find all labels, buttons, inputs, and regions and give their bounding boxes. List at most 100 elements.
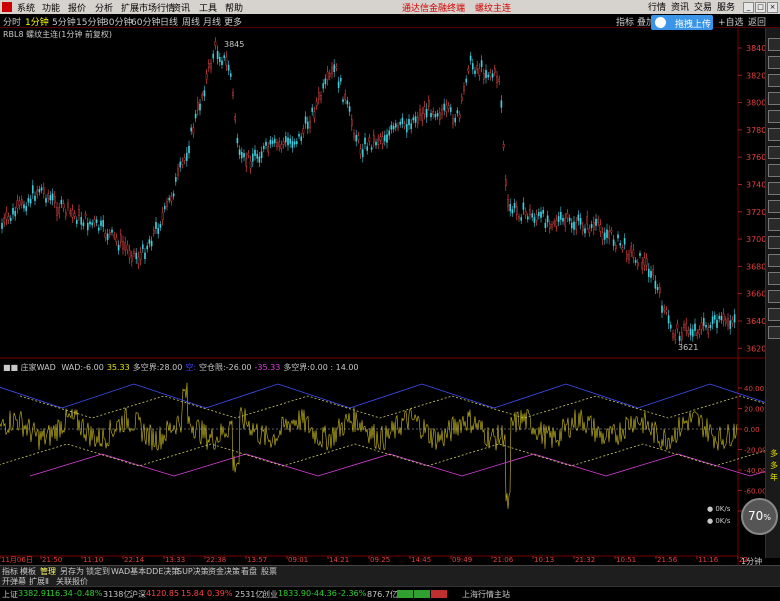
tool-icon-12[interactable]: [768, 236, 780, 249]
candle-body: [593, 222, 595, 230]
candle-body: [285, 136, 287, 143]
index-chg-hs: 15.84: [181, 589, 204, 598]
tool-icon-15[interactable]: [768, 290, 780, 303]
chart-canvas[interactable]: 3840 3820 3800 3780 3760 3740 3720 3700 3680 3660…: [0, 28, 765, 565]
close-icon[interactable]: ×: [767, 2, 778, 13]
period-60min[interactable]: 60分钟: [131, 15, 160, 28]
top-news-tab[interactable]: 资讯: [671, 0, 689, 13]
candle-body: [428, 100, 430, 107]
candle-body: [73, 213, 76, 217]
tool-icon-1[interactable]: [768, 38, 780, 51]
candle-body: [709, 325, 712, 328]
side-label-2: 多: [770, 461, 778, 470]
period-15min[interactable]: 15分钟: [76, 15, 105, 28]
candle-body: [93, 219, 96, 224]
candle-body: [192, 127, 195, 134]
candle-body: [637, 262, 639, 267]
candle-body: [21, 199, 23, 205]
tool-icon-13[interactable]: [768, 254, 780, 267]
candle-body: [456, 110, 459, 114]
index-name-sh[interactable]: 上证: [2, 589, 18, 600]
tool-icon-7[interactable]: [768, 146, 780, 159]
menu-analysis[interactable]: 分析: [95, 1, 113, 14]
candle-body: [645, 258, 648, 266]
menu-ext-market[interactable]: 扩展市场行情: [121, 1, 175, 14]
candle-body: [188, 145, 190, 154]
candle-body: [124, 242, 126, 251]
period-more[interactable]: 更多: [224, 15, 242, 28]
candle-body: [461, 96, 463, 101]
menu-quote[interactable]: 报价: [68, 1, 86, 14]
candle-body: [465, 78, 468, 83]
tool-icon-14[interactable]: [768, 272, 780, 285]
candle-body: [632, 249, 635, 258]
index-value-hs: 4120.85: [146, 589, 180, 598]
maximize-icon[interactable]: □: [755, 2, 766, 13]
top-service-tab[interactable]: 服务: [717, 0, 735, 13]
candle-body: [538, 211, 540, 216]
candle-body: [641, 262, 643, 270]
candle-body: [496, 75, 498, 84]
tool-icon-9[interactable]: [768, 182, 780, 195]
candle-body: [531, 213, 533, 218]
promo-terminal[interactable]: 通达信金融终端: [402, 1, 465, 14]
period-30min[interactable]: 30分钟: [103, 15, 132, 28]
menu-function[interactable]: 功能: [42, 1, 60, 14]
candle-body: [331, 66, 333, 74]
candle-body: [27, 198, 30, 203]
time-tick-label: 09:01: [288, 556, 308, 564]
menu-system[interactable]: 系统: [17, 1, 35, 14]
tool-icon-3[interactable]: [768, 74, 780, 87]
candle-body: [601, 232, 604, 240]
tool-icon-17[interactable]: [768, 326, 780, 339]
tool-icon-4[interactable]: [768, 92, 780, 105]
tool-icon-11[interactable]: [768, 218, 780, 231]
tool-icon-5[interactable]: [768, 110, 780, 123]
candle-body: [648, 268, 650, 277]
candle-body: [436, 113, 439, 117]
period-tick[interactable]: 分时: [3, 15, 21, 28]
candle-body: [190, 127, 193, 132]
candle-body: [447, 105, 450, 110]
period-5min[interactable]: 5分钟: [52, 15, 76, 28]
candle-body: [282, 141, 285, 145]
top-trade-tab[interactable]: 交易: [694, 0, 712, 13]
menu-news[interactable]: 资讯: [172, 1, 190, 14]
tool-icon-8[interactable]: [768, 164, 780, 177]
menu-tools[interactable]: 工具: [199, 1, 217, 14]
period-weekly[interactable]: 周线: [182, 15, 200, 28]
candle-body: [626, 253, 628, 259]
tool-icon-2[interactable]: [768, 56, 780, 69]
candle-body: [258, 156, 261, 163]
tool-icon-10[interactable]: [768, 200, 780, 213]
top-quote-tab[interactable]: 行情: [648, 0, 666, 13]
back-button[interactable]: 返回: [748, 15, 766, 28]
minimize-icon[interactable]: _: [743, 2, 754, 13]
candle-body: [170, 196, 173, 202]
candle-body: [370, 147, 373, 150]
candle-body: [469, 55, 472, 61]
index-name-cy[interactable]: 创业: [262, 589, 278, 600]
candle-body: [56, 207, 58, 216]
period-daily[interactable]: 日线: [160, 15, 178, 28]
candle-body: [454, 117, 457, 123]
menu-help[interactable]: 帮助: [225, 1, 243, 14]
candle-body: [304, 116, 307, 124]
candle-body: [247, 152, 250, 156]
period-monthly[interactable]: 月线: [203, 15, 221, 28]
candle-body: [718, 315, 720, 320]
candle-body: [584, 228, 586, 234]
candle-body: [518, 216, 520, 219]
tool-icon-6[interactable]: [768, 128, 780, 141]
index-name-hs[interactable]: 沪深: [130, 589, 146, 600]
price-tick-label: 3740: [746, 181, 765, 190]
candle-body: [324, 78, 327, 85]
candle-body: [329, 72, 331, 77]
speed-gauge[interactable]: 70%: [741, 498, 778, 535]
wad-tick-label: 40.00: [744, 385, 764, 393]
add-watchlist-button[interactable]: +自选: [718, 15, 744, 28]
indicator-button[interactable]: 指标: [616, 15, 634, 28]
tool-icon-16[interactable]: [768, 308, 780, 321]
candle-body: [381, 136, 384, 144]
period-1min[interactable]: 1分钟: [25, 15, 49, 28]
